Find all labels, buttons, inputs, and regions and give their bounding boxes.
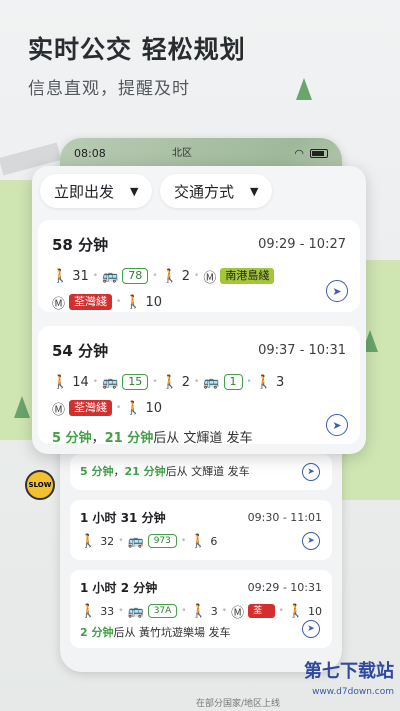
duration: 1 小时 2 分钟	[80, 581, 158, 595]
status-bar: 08:08 ◠	[60, 138, 342, 168]
route-card-small[interactable]: 1 小时 2 分钟 09:29 - 10:31 🚶 33 • 🚌 37A • 🚶 3 • Ⓜ 荃…	[70, 570, 332, 648]
walk-icon: 🚶	[287, 603, 304, 619]
walk-icon: 🚶	[190, 533, 207, 549]
walk-icon: 🚶	[52, 374, 69, 390]
bus-badge: 78	[122, 268, 149, 284]
clock: 08:08	[74, 146, 106, 160]
depart-dropdown[interactable]: 立即出发 ▼	[40, 174, 153, 208]
walk-icon: 🚶	[80, 533, 97, 549]
walk-icon: 🚶	[255, 374, 273, 390]
route-card[interactable]: 58 分钟 09:29 - 10:27 🚶 31 • 🚌 78 • 🚶 2 • Ⓜ 南港島綫 Ⓜ…	[38, 220, 360, 312]
duration: 54 分钟	[52, 342, 109, 360]
caret-down-icon: ▼	[130, 184, 139, 198]
departure-info: 5 分钟，21 分钟后从 文輝道 发车	[52, 431, 253, 446]
slow-sign: SLOW	[25, 470, 55, 500]
time-range: 09:37 - 10:31	[258, 343, 346, 358]
route-legs: 🚶 14 • 🚌 15 • 🚶 2 • 🚌 1 • 🚶 3	[52, 374, 285, 390]
bus-icon: 🚌	[102, 268, 119, 284]
bus-badge: 15	[122, 374, 149, 390]
route-legs: Ⓜ 荃灣綫 • 🚶 10	[52, 294, 163, 312]
bus-icon: 🚌	[127, 533, 144, 549]
bus-icon: 🚌	[127, 603, 144, 619]
metro-badge: 荃灣綫	[69, 294, 113, 310]
bus-badge: 973	[147, 534, 177, 548]
hero-title: 实时公交 轻松规划	[28, 35, 246, 64]
bus-icon: 🚌	[203, 374, 220, 390]
metro-badge: 荃灣綫	[248, 604, 275, 644]
navigate-icon[interactable]: ➤	[302, 463, 320, 481]
caret-down-icon: ▼	[250, 184, 259, 198]
route-panel: 立即出发 ▼ 交通方式 ▼ 58 分钟 09:29 - 10:27 🚶 31 • 🚌 78 •…	[32, 166, 366, 454]
route-legs: Ⓜ 荃灣綫 • 🚶 10	[52, 400, 163, 418]
metro-badge: 南港島綫	[220, 268, 275, 284]
walk-icon: 🚶	[125, 400, 142, 416]
hero-subtitle: 信息直观，提醒及时	[28, 79, 190, 99]
metro-icon: Ⓜ	[203, 270, 217, 286]
departure-info: 2 分钟后从 黃竹坑遊樂場 发车	[80, 626, 231, 639]
watermark-brand: 第七下载站	[304, 661, 394, 682]
walk-icon: 🚶	[125, 294, 142, 310]
navigate-icon[interactable]: ➤	[326, 414, 348, 436]
bus-badge: 37A	[147, 604, 178, 618]
wifi-icon: ◠	[294, 146, 304, 160]
walk-icon: 🚶	[161, 268, 178, 284]
tree-icon	[14, 396, 30, 418]
mode-dropdown[interactable]: 交通方式 ▼	[160, 174, 273, 208]
walk-icon: 🚶	[190, 603, 207, 619]
duration: 1 小时 31 分钟	[80, 511, 166, 525]
status-icons: ◠	[294, 147, 328, 160]
time-range: 09:29 - 10:31	[247, 581, 322, 594]
walk-icon: 🚶	[161, 374, 178, 390]
bus-icon: 🚌	[102, 374, 119, 390]
walk-icon: 🚶	[80, 603, 97, 619]
metro-icon: Ⓜ	[52, 402, 66, 418]
battery-icon	[310, 148, 328, 158]
tree-icon	[296, 78, 312, 100]
map-label: 北区	[172, 148, 192, 159]
route-card[interactable]: 54 分钟 09:37 - 10:31 🚶 14 • 🚌 15 • 🚶 2 • 🚌 1 • 🚶 3 …	[38, 326, 360, 446]
metro-icon: Ⓜ	[231, 605, 245, 621]
bus-badge: 1	[223, 374, 243, 390]
route-card-small[interactable]: 1 小时 31 分钟 09:30 - 11:01 🚶 32 • 🚌 973 • 🚶 6 ➤	[70, 500, 332, 560]
availability-note: 在部分国家/地区上线	[195, 699, 280, 709]
walk-icon: 🚶	[52, 268, 69, 284]
metro-badge: 荃灣綫	[69, 400, 113, 416]
departure-info: 5 分钟，21 分钟后从 文輝道 发车	[80, 465, 250, 478]
route-card-small[interactable]: 5 分钟，21 分钟后从 文輝道 发车 ➤	[70, 454, 332, 490]
watermark-url: www.d7down.com	[312, 687, 394, 697]
navigate-icon[interactable]: ➤	[302, 532, 320, 550]
navigate-icon[interactable]: ➤	[326, 280, 348, 302]
navigate-icon[interactable]: ➤	[302, 620, 320, 638]
duration: 58 分钟	[52, 236, 109, 254]
route-legs: 🚶 32 • 🚌 973 • 🚶 6	[80, 533, 218, 549]
time-range: 09:29 - 10:27	[258, 237, 346, 252]
time-range: 09:30 - 11:01	[247, 511, 322, 524]
route-legs: 🚶 31 • 🚌 78 • 🚶 2 • Ⓜ 南港島綫	[52, 267, 346, 286]
metro-icon: Ⓜ	[52, 296, 66, 312]
route-legs: 🚶 33 • 🚌 37A • 🚶 3 • Ⓜ 荃灣綫 • 🚶 10	[80, 603, 322, 645]
